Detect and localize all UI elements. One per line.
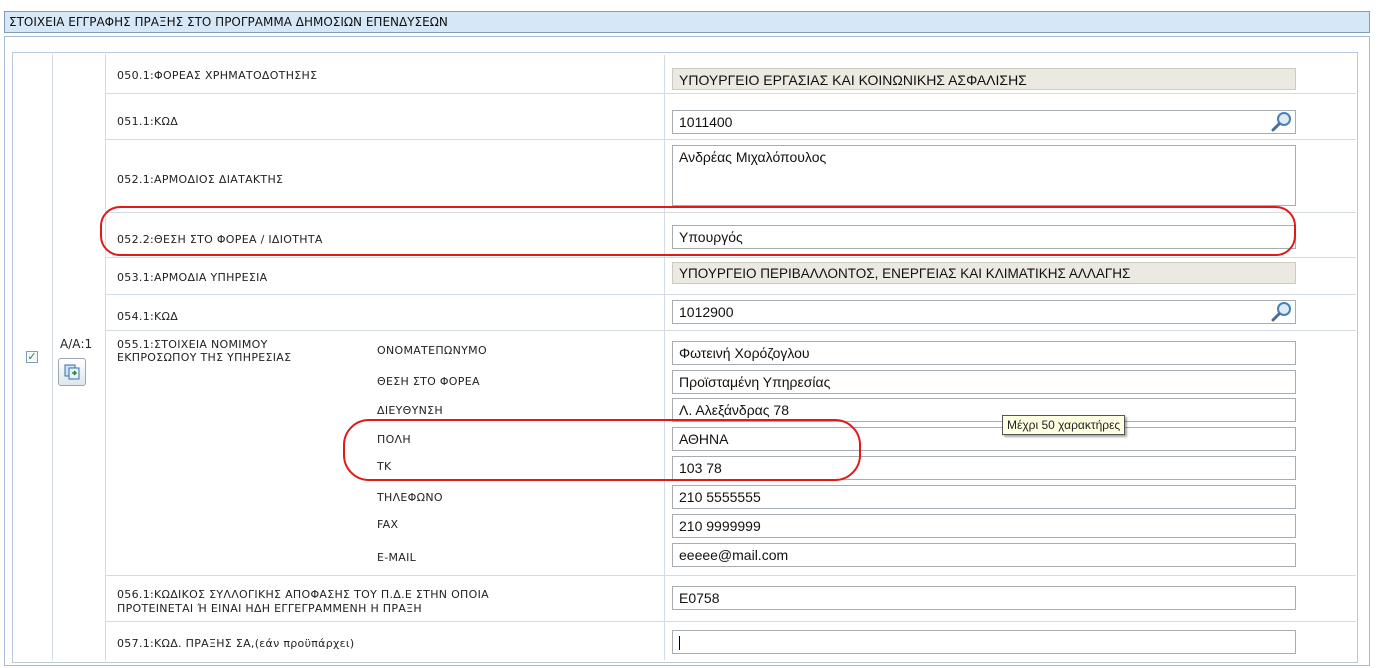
- rep-position-value: Προϊσταμένη Υπηρεσίας: [679, 374, 831, 390]
- checkmark-icon: ✓: [27, 350, 37, 363]
- code-051-field[interactable]: 1011400: [672, 110, 1296, 134]
- rep-email-field[interactable]: eeeee@mail.com: [672, 543, 1296, 567]
- competent-service-field: ΥΠΟΥΡΓΕΙΟ ΠΕΡΙΒΑΛΛΟΝΤΟΣ, ΕΝΕΡΓΕΙΑΣ ΚΑΙ Κ…: [672, 262, 1296, 284]
- label-054-1: 054.1:ΚΩΔ: [117, 310, 179, 323]
- rep-phone-field[interactable]: 210 5555555: [672, 485, 1296, 509]
- section-title: ΣΤΟΙΧΕΙΑ ΕΓΓΡΑΦΗΣ ΠΡΑΞΗΣ ΣΤΟ ΠΡΟΓΡΑΜΜΑ Δ…: [9, 15, 448, 29]
- rep-city-value: ΑΘΗΝΑ: [679, 431, 729, 447]
- label-056-1-line1: 056.1:ΚΩΔΙΚΟΣ ΣΥΛΛΟΓΙΚΗΣ ΑΠΟΦΑΣΗΣ ΤΟΥ Π.…: [117, 588, 489, 601]
- sublabel-name: ΟΝΟΜΑΤΕΠΩΝΥΜΟ: [377, 344, 487, 357]
- label-055-1-line2: ΕΚΠΡΟΣΩΠΟΥ ΤΗΣ ΥΠΗΡΕΣΙΑΣ: [117, 351, 292, 364]
- sublabel-phone: ΤΗΛΕΦΩΝΟ: [377, 491, 443, 504]
- row-055-1: [106, 331, 1356, 576]
- sublabel-email: E-MAIL: [377, 551, 417, 564]
- cut-off-top-text: [0, 0, 1380, 7]
- copy-record-icon: [64, 364, 80, 380]
- rep-name-field[interactable]: Φωτεινή Χορόζογλου: [672, 341, 1296, 365]
- code-051-value: 1011400: [679, 114, 733, 130]
- funding-body-field: ΥΠΟΥΡΓΕΙΟ ΕΡΓΑΣΙΑΣ ΚΑΙ ΚΟΙΝΩΝΙΚΗΣ ΑΣΦΑΛΙ…: [672, 68, 1296, 90]
- code-054-field[interactable]: 1012900: [672, 300, 1296, 324]
- label-051-1: 051.1:ΚΩΔ: [117, 115, 179, 128]
- label-050-1: 050.1:ΦΟΡΕΑΣ ΧΡΗΜΑΤΟΔΟΤΗΣΗΣ: [117, 69, 318, 82]
- authorizing-officer-field[interactable]: Ανδρέας Μιχαλόπουλος: [672, 145, 1296, 206]
- magnifier-icon[interactable]: [1270, 300, 1294, 322]
- rep-name-value: Φωτεινή Χορόζογλου: [679, 345, 810, 361]
- label-input-divider: [664, 55, 665, 660]
- sublabel-position: ΘΕΣΗ ΣΤΟ ΦΟΡΕΑ: [377, 375, 480, 388]
- sublabel-city: ΠΟΛΗ: [377, 433, 411, 446]
- position-052-2-field[interactable]: Υπουργός: [672, 225, 1296, 249]
- magnifier-icon[interactable]: [1270, 110, 1294, 132]
- code-054-value: 1012900: [679, 304, 734, 320]
- project-code-field[interactable]: [672, 630, 1296, 654]
- section-header: ΣΤΟΙΧΕΙΑ ΕΓΓΡΑΦΗΣ ΠΡΑΞΗΣ ΣΤΟ ΠΡΟΓΡΑΜΜΑ Δ…: [4, 11, 1370, 33]
- copy-record-button[interactable]: [58, 358, 86, 386]
- rep-phone-value: 210 5555555: [679, 489, 761, 505]
- label-052-1: 052.1:ΑΡΜΟΔΙΟΣ ΔΙΑΤΑΚΤΗΣ: [117, 173, 284, 186]
- label-052-2: 052.2:ΘΕΣΗ ΣΤΟ ΦΟΡΕΑ / ΙΔΙΟΤΗΤΑ: [117, 233, 323, 246]
- decision-code-value: Ε0758: [679, 590, 720, 606]
- rep-address-value: Λ. Αλεξάνδρας 78: [679, 402, 789, 418]
- label-056-1-line2: ΠΡΟΤΕΙΝΕΤΑΙ Ή ΕΙΝΑΙ ΗΔΗ ΕΓΓΕΓΡΑΜΜΕΝΗ Η Π…: [117, 602, 422, 615]
- rep-position-field[interactable]: Προϊσταμένη Υπηρεσίας: [672, 370, 1296, 394]
- rep-fax-value: 210 9999999: [679, 518, 761, 534]
- sublabel-address: ΔΙΕΥΘΥΝΣΗ: [377, 404, 443, 417]
- rep-address-field[interactable]: Λ. Αλεξάνδρας 78: [672, 398, 1296, 422]
- max-chars-tooltip: Μέχρι 50 χαρακτήρες: [1002, 415, 1126, 435]
- rep-fax-field[interactable]: 210 9999999: [672, 514, 1296, 538]
- sublabel-fax: FAX: [377, 518, 399, 531]
- position-052-2-value: Υπουργός: [679, 229, 743, 245]
- decision-code-field[interactable]: Ε0758: [672, 586, 1296, 610]
- text-caret: [679, 636, 680, 651]
- sublabel-zip: ΤΚ: [377, 460, 392, 473]
- record-aa-label: Α/Α:1: [60, 337, 93, 351]
- authorizing-officer-value: Ανδρέας Μιχαλόπουλος: [679, 149, 827, 165]
- rep-city-field[interactable]: ΑΘΗΝΑ: [672, 427, 1296, 451]
- rep-zip-field[interactable]: 103 78: [672, 456, 1296, 480]
- label-055-1-line1: 055.1:ΣΤΟΙΧΕΙΑ ΝΟΜΙΜΟΥ: [117, 338, 268, 351]
- label-057-1: 057.1:ΚΩΔ. ΠΡΑΞΗΣ ΣΑ,(εάν προϋπάρχει): [117, 637, 355, 650]
- rep-email-value: eeeee@mail.com: [679, 547, 789, 563]
- record-select-checkbox[interactable]: ✓: [26, 351, 38, 363]
- label-053-1: 053.1:ΑΡΜΟΔΙΑ ΥΠΗΡΕΣΙΑ: [117, 271, 268, 284]
- rep-zip-value: 103 78: [679, 460, 722, 476]
